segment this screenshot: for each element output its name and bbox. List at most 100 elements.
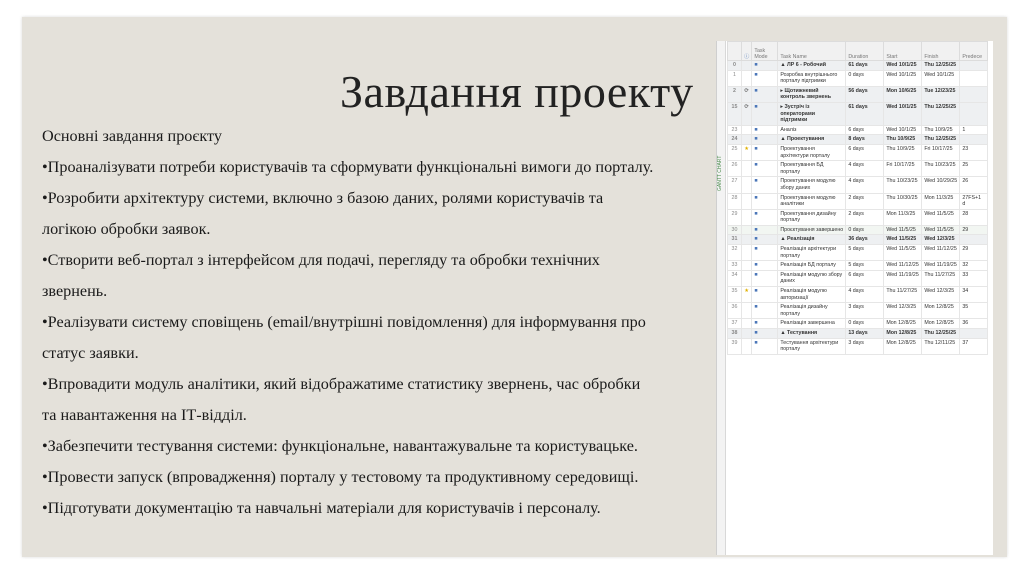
task-start: Thu 10/9/25 [883, 134, 923, 145]
task-finish: Wed 11/19/25 [921, 260, 961, 271]
gantt-column-header[interactable]: Task Name [777, 41, 847, 61]
task-name: Проектування архітектури порталу [777, 143, 847, 162]
task-finish: Thu 12/11/25 [921, 337, 961, 355]
task-duration: 5 days [845, 260, 885, 271]
row-number: 15 [727, 101, 742, 126]
gantt-column-header[interactable]: Start [883, 41, 923, 61]
gantt-row[interactable]: 38 ▲ Тестування13 daysMon 12/8/25Thu 12/2… [727, 328, 989, 339]
task-predecessors [959, 328, 989, 339]
task-finish: Mon 11/3/25 [921, 192, 961, 210]
task-start: Wed 11/12/25 [883, 260, 923, 271]
gantt-row[interactable]: 28 Проектування модулю аналітики2 daysThu… [727, 192, 989, 210]
task-predecessors: 1 [959, 124, 989, 136]
task-duration: 4 days [845, 176, 885, 194]
task-predecessors: 23 [959, 143, 989, 162]
task-list-heading: Основні завдання проєкту [42, 127, 222, 145]
task-start: Mon 12/8/25 [883, 337, 923, 355]
gantt-row[interactable]: 26 Проектування БД порталу4 daysFri 10/17… [727, 160, 989, 178]
task-duration: 3 days [845, 337, 885, 355]
task-start: Wed 10/1/25 [883, 60, 923, 71]
task-mode-icon [751, 260, 779, 271]
note-icon: ★ [740, 143, 753, 162]
gantt-row[interactable]: 27 Проектування модулю збору даних4 daysT… [727, 176, 989, 194]
task-line: та навантаження на ІТ-відділ. [42, 406, 247, 424]
indicator-cell [740, 69, 753, 87]
gantt-row[interactable]: 23 Аналіз6 daysWed 10/1/25Thu 10/9/251 [727, 124, 989, 136]
task-predecessors: 32 [959, 260, 989, 271]
gantt-row[interactable]: 15⟳ ▸ Зустріч із операторами підтримки61 … [727, 101, 989, 126]
task-predecessors: 26 [959, 176, 989, 194]
task-duration: 4 days [845, 160, 885, 178]
row-number: 37 [727, 318, 742, 329]
task-mode-icon [751, 244, 779, 262]
task-duration: 0 days [845, 69, 885, 87]
info-icon[interactable]: ⓘ [740, 41, 753, 61]
task-start: Fri 10/17/25 [883, 160, 923, 178]
task-line: •Створити веб-портал з інтерфейсом для п… [42, 251, 600, 269]
task-mode-icon [751, 337, 779, 355]
task-mode-icon [751, 160, 779, 178]
task-name: Проектування модулю збору даних [777, 176, 847, 194]
task-finish: Thu 12/25/25 [921, 101, 961, 126]
gantt-row[interactable]: 39 Тестування архітектури порталу3 daysMo… [727, 337, 989, 355]
indicator-cell [740, 302, 753, 320]
gantt-row[interactable]: 36 Реалізація дизайну порталу3 daysWed 12… [727, 302, 989, 320]
task-predecessors [959, 69, 989, 87]
task-predecessors [959, 134, 989, 145]
gantt-row[interactable]: 33 Реалізація БД порталу5 daysWed 11/12/2… [727, 260, 989, 271]
task-name: Реалізація архітектури порталу [777, 244, 847, 262]
task-start: Wed 11/5/25 [883, 224, 923, 236]
task-name: Реалізація дизайну порталу [777, 302, 847, 320]
gantt-row[interactable]: 32Реалізація архітектури порталу5 daysWe… [727, 244, 989, 262]
task-duration: 61 days [845, 101, 885, 126]
gantt-row[interactable]: 25★ Проектування архітектури порталу6 day… [727, 143, 989, 162]
gantt-row[interactable]: 24 ▲ Проектування8 daysThu 10/9/25Thu 12/… [727, 134, 989, 145]
task-duration: 56 days [845, 85, 885, 103]
row-number: 29 [727, 208, 742, 226]
row-number: 34 [727, 269, 742, 288]
task-finish: Thu 12/25/25 [921, 60, 961, 71]
gantt-row[interactable]: 37Реалізація завершена0 daysMon 12/8/25M… [727, 318, 989, 329]
row-number: 31 [727, 234, 742, 246]
gantt-row[interactable]: 30Проєктування завершено0 daysWed 11/5/2… [727, 224, 989, 236]
gantt-column-header[interactable]: Task Mode [751, 41, 779, 61]
gantt-row[interactable]: 31 ▲ Реалізація36 daysWed 11/5/25Wed 12/3… [727, 234, 989, 246]
indicator-cell [740, 234, 753, 246]
task-start: Wed 10/1/25 [883, 69, 923, 87]
task-mode-icon [751, 124, 779, 136]
gantt-row[interactable]: 34 Реалізація модулю збору даних6 daysWed… [727, 269, 989, 288]
task-mode-icon [751, 286, 779, 304]
task-finish: Thu 11/27/25 [921, 269, 961, 288]
task-finish: Thu 12/25/25 [921, 134, 961, 145]
gantt-row[interactable]: 35★ Реалізація модулю авторизації4 daysTh… [727, 286, 989, 304]
indicator-cell [740, 134, 753, 145]
gantt-row[interactable]: 29 Проектування дизайну порталу2 daysMon … [727, 208, 989, 226]
task-name: ▲ ЛР 6 - Робочий [777, 60, 847, 71]
task-duration: 8 days [845, 134, 885, 145]
task-line: •Реалізувати систему сповіщень (email/вн… [42, 313, 646, 331]
indicator-cell [740, 124, 753, 136]
task-start: Wed 12/3/25 [883, 302, 923, 320]
gantt-row[interactable]: 2⟳ ▸ Щотижневий контроль звернень56 daysM… [727, 85, 989, 103]
task-mode-icon [751, 302, 779, 320]
gantt-row[interactable]: 0 ▲ ЛР 6 - Робочий61 daysWed 10/1/25Thu 1… [727, 60, 989, 71]
task-line: •Впровадити модуль аналітики, який відоб… [42, 375, 641, 393]
task-duration: 61 days [845, 60, 885, 71]
task-finish: Wed 12/3/25 [921, 234, 961, 246]
task-start: Thu 10/30/25 [883, 192, 923, 210]
gantt-table: ⓘ Task Mode Task Name Duration Start Finish Pr… [727, 41, 989, 355]
task-name: Тестування архітектури порталу [777, 337, 847, 355]
gantt-column-header[interactable]: Predece [959, 41, 989, 61]
task-start: Mon 11/3/25 [883, 208, 923, 226]
task-mode-icon [751, 85, 779, 103]
gantt-column-header[interactable]: Finish [921, 41, 961, 61]
indicator-cell [740, 337, 753, 355]
indicator-cell [740, 208, 753, 226]
task-duration: 6 days [845, 143, 885, 162]
task-start: Mon 10/6/25 [883, 85, 923, 103]
task-predecessors: 33 [959, 269, 989, 288]
gantt-column-header[interactable] [727, 41, 742, 61]
row-number: 0 [727, 60, 742, 71]
gantt-row[interactable]: 1 Розробка внутрішнього порталу підтримки… [727, 69, 989, 87]
gantt-column-header[interactable]: Duration [845, 41, 885, 61]
